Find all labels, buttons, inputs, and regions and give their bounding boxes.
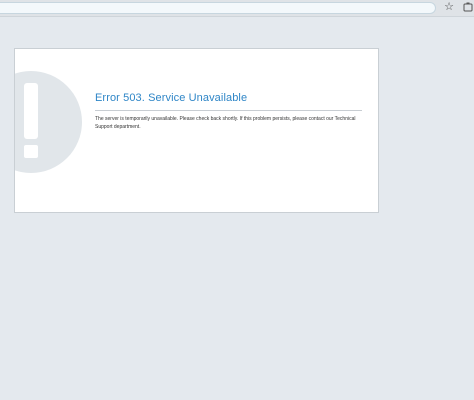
- error-message: The server is temporarily unavailable. P…: [95, 116, 356, 130]
- exclamation-circle-icon: [15, 71, 82, 173]
- error-card: Error 503. Service Unavailable The serve…: [14, 48, 379, 213]
- title-divider: [95, 110, 362, 111]
- extension-icon[interactable]: [463, 2, 473, 12]
- address-bar[interactable]: [0, 2, 436, 14]
- star-icon[interactable]: ☆: [443, 1, 455, 13]
- browser-toolbar: ☆: [0, 0, 474, 17]
- error-title: Error 503. Service Unavailable: [95, 92, 248, 104]
